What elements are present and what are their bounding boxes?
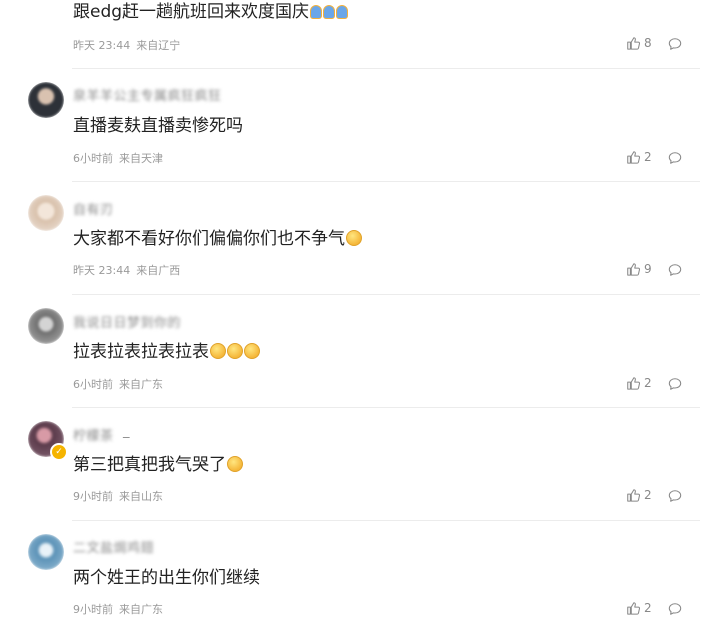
- like-button[interactable]: 2: [626, 149, 652, 165]
- emoji-icon: [227, 456, 243, 472]
- comment-meta: 昨天 23:44 来自辽宁: [73, 37, 180, 53]
- like-count: 2: [644, 488, 652, 502]
- thumbs-up-icon: [627, 263, 640, 276]
- reply-button[interactable]: [668, 36, 682, 50]
- comment-item: 我说日日梦到你的 拉表拉表拉表拉表 6小时前 来自广东 2: [0, 294, 720, 407]
- like-count: 2: [644, 601, 652, 615]
- emoji-icon: [323, 5, 336, 19]
- reply-button[interactable]: [668, 262, 682, 276]
- comment-text: 两个姓王的出生你们继续: [73, 568, 260, 588]
- comment-time: 昨天 23:44: [73, 39, 131, 52]
- like-count: 8: [644, 36, 652, 50]
- reply-button[interactable]: [668, 150, 682, 164]
- comment-time: 6小时前: [73, 152, 113, 165]
- comment-text: 第三把真把我气哭了: [73, 454, 243, 476]
- username[interactable]: 我说日日梦到你的: [73, 312, 181, 331]
- comment-location: 来自广西: [136, 264, 181, 277]
- like-button[interactable]: 2: [626, 487, 652, 503]
- comment-bubble-icon: [668, 603, 682, 615]
- username[interactable]: 柠檬茶: [73, 425, 114, 444]
- emoji-icon: [210, 343, 226, 359]
- comment-time: 6小时前: [73, 378, 113, 391]
- comment-item: 二文盐焗鸡翅 两个姓王的出生你们继续 9小时前 来自广东 2: [0, 520, 720, 634]
- comment-meta: 6小时前 来自广东: [73, 376, 163, 392]
- like-button[interactable]: 2: [626, 375, 652, 391]
- like-count: 2: [644, 150, 652, 164]
- comment-text: 直播麦麸直播卖惨死吗: [73, 116, 243, 136]
- comment-location: 来自辽宁: [136, 39, 181, 52]
- emoji-icon: [310, 5, 323, 19]
- username[interactable]: 自有刃: [73, 199, 114, 218]
- comment-text: 大家都不看好你们偏偏你们也不争气: [73, 228, 362, 250]
- comment-text: 跟edg赶一趟航班回来欢度国庆: [73, 1, 349, 23]
- comment-item: ✓ 柠檬茶 _ 第三把真把我气哭了 9小时前 来自山东 2: [0, 407, 720, 520]
- comment-time: 昨天 23:44: [73, 264, 131, 277]
- comment-location: 来自山东: [119, 490, 163, 503]
- comment-bubble-icon: [668, 264, 682, 276]
- reply-button[interactable]: [668, 376, 682, 390]
- like-button[interactable]: 9: [626, 261, 652, 277]
- like-count: 9: [644, 262, 652, 276]
- thumbs-up-icon: [627, 602, 640, 615]
- comment-bubble-icon: [668, 490, 682, 502]
- comment-meta: 昨天 23:44 来自广西: [73, 262, 180, 278]
- comment-time: 9小时前: [73, 603, 113, 616]
- thumbs-up-icon: [627, 151, 640, 164]
- comment-bubble-icon: [668, 38, 682, 50]
- thumbs-up-icon: [627, 37, 640, 50]
- comment-meta: 9小时前 来自广东: [73, 601, 163, 617]
- comment-bubble-icon: [668, 152, 682, 164]
- reply-button[interactable]: [668, 488, 682, 502]
- thumbs-up-icon: [627, 489, 640, 502]
- username-suffix: _: [123, 424, 130, 439]
- comment-item: 跟edg赶一趟航班回来欢度国庆 昨天 23:44 来自辽宁 8: [0, 0, 720, 68]
- like-button[interactable]: 8: [626, 35, 652, 51]
- comment-location: 来自广东: [119, 378, 163, 391]
- like-button[interactable]: 2: [626, 600, 652, 616]
- thumbs-up-icon: [627, 377, 640, 390]
- comment-location: 来自天津: [119, 152, 163, 165]
- comment-meta: 9小时前 来自山东: [73, 488, 163, 504]
- verified-badge-icon: ✓: [50, 443, 68, 461]
- username[interactable]: 二文盐焗鸡翅: [73, 537, 154, 556]
- comment-meta: 6小时前 来自天津: [73, 150, 163, 166]
- comment-text: 拉表拉表拉表拉表: [73, 341, 260, 363]
- emoji-icon: [244, 343, 260, 359]
- comment-item: 自有刃 大家都不看好你们偏偏你们也不争气 昨天 23:44 来自广西 9: [0, 181, 720, 294]
- emoji-icon: [336, 5, 349, 19]
- emoji-icon: [346, 230, 362, 246]
- avatar[interactable]: [28, 308, 64, 344]
- comment-list: 跟edg赶一趟航班回来欢度国庆 昨天 23:44 来自辽宁 8 泉羊羊公主专属疯狂…: [0, 0, 720, 634]
- comment-location: 来自广东: [119, 603, 163, 616]
- like-count: 2: [644, 376, 652, 390]
- avatar[interactable]: [28, 534, 64, 570]
- avatar[interactable]: [28, 82, 64, 118]
- avatar[interactable]: [28, 195, 64, 231]
- comment-item: 泉羊羊公主专属疯狂疯狂 直播麦麸直播卖惨死吗 6小时前 来自天津 2: [0, 68, 720, 181]
- emoji-icon: [227, 343, 243, 359]
- username[interactable]: 泉羊羊公主专属疯狂疯狂: [73, 85, 222, 104]
- comment-time: 9小时前: [73, 490, 113, 503]
- comment-bubble-icon: [668, 378, 682, 390]
- reply-button[interactable]: [668, 601, 682, 615]
